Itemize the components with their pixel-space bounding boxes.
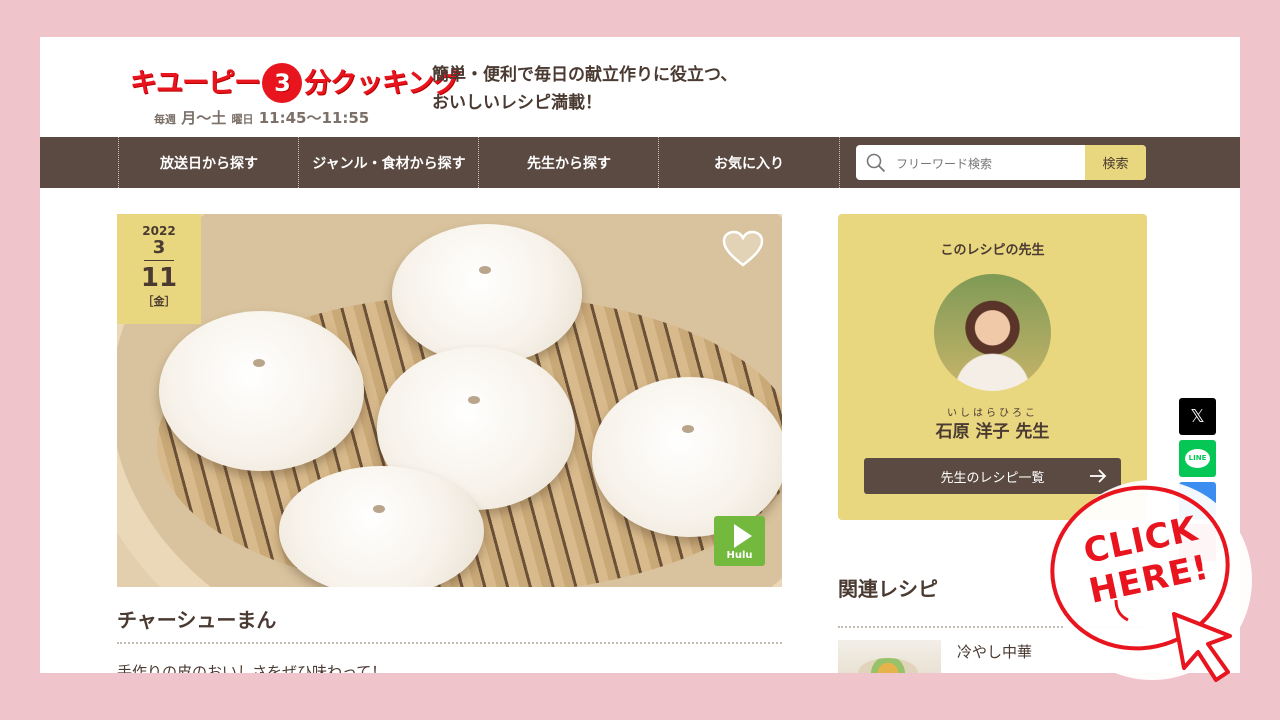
hulu-label: Hulu [726,550,753,561]
date-divider [144,260,174,261]
date-weekday: ［金］ [142,295,176,308]
steamed-bun [159,311,364,471]
click-here-badge[interactable]: CLICK HERE! [1030,470,1270,710]
site-logo[interactable]: キユーピー 3 分クッキング 毎週 月〜土 曜日 11:45〜11:55 [130,51,460,131]
play-icon [734,524,752,548]
search-button[interactable]: 検索 [1085,145,1146,180]
logo-wordmark: キユーピー 3 分クッキング [130,61,460,105]
teacher-recipes-button-label: 先生のレシピ一覧 [940,470,1045,486]
broadcast-schedule: 毎週 月〜土 曜日 11:45〜11:55 [154,109,370,127]
nav-item-by-date[interactable]: 放送日から探す [118,137,299,188]
nav-item-favorites[interactable]: お気に入り [658,137,840,188]
related-recipes-heading: 関連レシピ [838,577,938,601]
search-icon [866,153,886,173]
cursor-arrow-icon [1172,612,1232,682]
favorite-heart-icon[interactable] [722,230,764,268]
teacher-avatar[interactable] [934,274,1051,391]
global-nav: 放送日から探す ジャンル・食材から探す 先生から探す お気に入り 検索 [40,137,1240,188]
steamed-bun [392,224,582,364]
date-month: 3 [152,237,166,258]
logo-number-badge: 3 [262,62,302,103]
hulu-play-button[interactable]: Hulu [714,516,765,566]
recipe-lead-text: 手作りの皮のおいしさをぜひ味わって！ [117,663,387,673]
title-divider [117,642,782,644]
nav-item-by-genre[interactable]: ジャンル・食材から探す [298,137,479,188]
site-tagline: 簡単・便利で毎日の献立作りに役立つ、 おいしいレシピ満載！ [432,65,738,113]
nav-item-by-teacher[interactable]: 先生から探す [478,137,659,188]
teacher-name[interactable]: 石原 洋子 先生 [838,417,1147,442]
search-box: 検索 [856,145,1146,180]
related-recipe-thumbnail[interactable] [838,640,941,673]
search-input[interactable] [894,151,1083,176]
teacher-card-heading: このレシピの先生 [940,243,1045,258]
related-recipe-title[interactable]: 冷やし中華 [957,641,1032,662]
line-icon: LINE [1185,449,1210,468]
recipe-title: チャーシューまん [117,608,277,632]
steamed-bun [592,377,782,537]
date-year: 2022 [142,224,176,238]
share-x-button[interactable]: 𝕏 [1179,398,1216,435]
recipe-photo: 2022 3 11 ［金］ Hulu [117,214,782,587]
date-day: 11 [140,263,178,293]
broadcast-date-badge: 2022 3 11 ［金］ [117,214,201,324]
steamed-bun [279,466,484,587]
